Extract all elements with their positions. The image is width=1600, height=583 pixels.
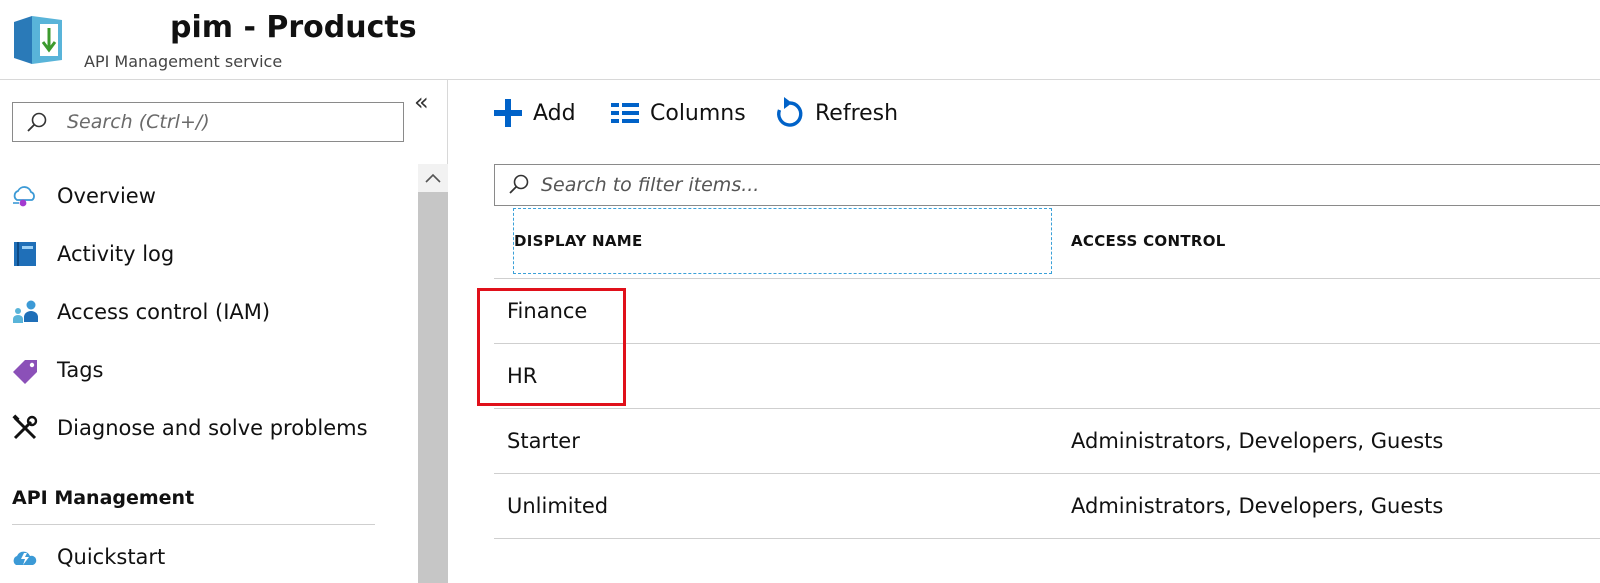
chevron-up-icon bbox=[425, 173, 441, 183]
page-header: pim - Products API Management service bbox=[0, 0, 1600, 80]
sidebar-item-label: Overview bbox=[57, 184, 156, 208]
sidebar-item-label: Diagnose and solve problems bbox=[57, 416, 368, 440]
plus-icon bbox=[494, 99, 522, 127]
page-subtitle: API Management service bbox=[84, 52, 283, 71]
sidebar-search-input[interactable] bbox=[65, 107, 395, 137]
sidebar-item-tags[interactable]: Tags bbox=[10, 348, 410, 392]
refresh-icon bbox=[777, 97, 803, 127]
table-row[interactable]: Unlimited Administrators, Developers, Gu… bbox=[494, 474, 1600, 539]
sidebar-item-overview[interactable]: Overview bbox=[10, 174, 410, 218]
sidebar-item-activity-log[interactable]: Activity log bbox=[10, 232, 410, 276]
columns-icon bbox=[611, 103, 639, 123]
table-row[interactable]: HR bbox=[494, 344, 1600, 409]
sidebar-search-box[interactable] bbox=[12, 102, 404, 142]
sidebar: « Overview Activ bbox=[0, 80, 448, 583]
section-divider bbox=[12, 524, 375, 525]
product-name-cell[interactable]: HR bbox=[507, 344, 537, 408]
columns-button[interactable]: Columns bbox=[610, 94, 746, 132]
access-control-cell: Administrators, Developers, Guests bbox=[1071, 494, 1444, 518]
scroll-up-button[interactable] bbox=[418, 164, 448, 192]
api-management-logo-icon bbox=[12, 14, 66, 66]
page-title: pim - Products bbox=[170, 10, 417, 45]
main-content: Add Columns Refresh D bbox=[449, 80, 1600, 583]
section-title-api-management: API Management bbox=[12, 487, 195, 509]
sidebar-item-label: Access control (IAM) bbox=[57, 300, 271, 324]
table-row[interactable]: Starter Administrators, Developers, Gues… bbox=[494, 409, 1600, 474]
column-header-access-control[interactable]: ACCESS CONTROL bbox=[1071, 208, 1226, 274]
overview-cloud-icon bbox=[10, 181, 40, 211]
wrench-tools-icon bbox=[10, 413, 40, 443]
add-button[interactable]: Add bbox=[493, 94, 576, 132]
sidebar-item-access-control[interactable]: Access control (IAM) bbox=[10, 290, 410, 334]
command-toolbar: Add Columns Refresh bbox=[449, 80, 1600, 144]
tag-icon bbox=[10, 355, 40, 385]
table-row[interactable]: Finance bbox=[494, 279, 1600, 344]
filter-search-box[interactable] bbox=[494, 164, 1600, 206]
product-name-cell[interactable]: Finance bbox=[507, 279, 587, 343]
product-name-cell[interactable]: Unlimited bbox=[507, 474, 608, 538]
search-icon bbox=[27, 112, 47, 132]
quickstart-cloud-icon bbox=[10, 542, 40, 572]
sidebar-item-diagnose[interactable]: Diagnose and solve problems bbox=[10, 406, 410, 450]
access-control-cell: Administrators, Developers, Guests bbox=[1071, 429, 1444, 453]
access-control-icon bbox=[10, 297, 40, 327]
sidebar-item-label: Tags bbox=[57, 358, 104, 382]
search-icon bbox=[509, 174, 529, 194]
product-name-cell[interactable]: Starter bbox=[507, 409, 580, 473]
collapse-sidebar-button[interactable]: « bbox=[414, 88, 429, 116]
activity-log-icon bbox=[10, 239, 40, 269]
column-header-display-name[interactable]: DISPLAY NAME bbox=[513, 208, 1052, 274]
refresh-button[interactable]: Refresh bbox=[775, 94, 898, 132]
sidebar-item-label: Quickstart bbox=[57, 545, 166, 569]
filter-items-input[interactable] bbox=[539, 170, 1139, 200]
sidebar-item-label: Activity log bbox=[57, 242, 175, 266]
sidebar-scrollbar[interactable] bbox=[418, 164, 448, 583]
sidebar-item-quickstart[interactable]: Quickstart bbox=[10, 535, 410, 579]
